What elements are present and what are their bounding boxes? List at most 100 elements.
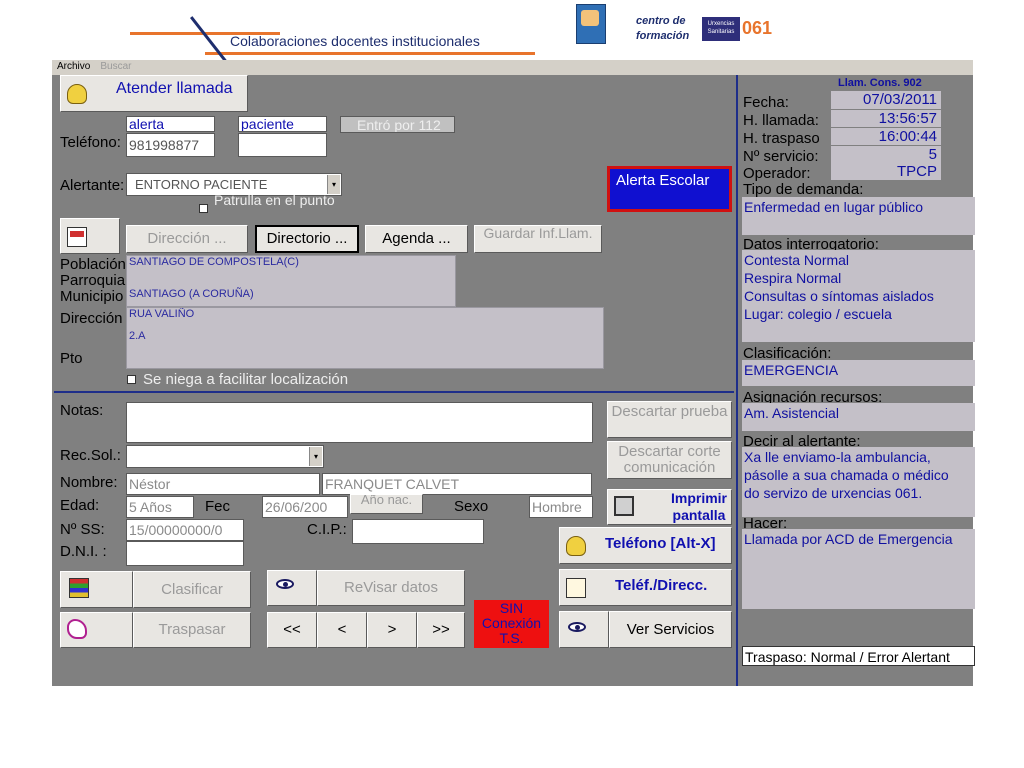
notas-label: Notas: [60,402,104,419]
nav-last-button[interactable]: >> [417,612,465,648]
sin-conexion-indicator: SIN Conexión T.S. [474,600,549,648]
edad-input[interactable]: 5 Años [126,496,194,518]
alertante-select-value: ENTORNO PACIENTE [135,177,268,192]
sexo-input[interactable]: Hombre [529,496,593,518]
logo-cf-line1: centro de [636,15,686,27]
right-pane: Llam. Cons. 902 Fecha: 07/03/2011 H. lla… [736,75,975,686]
nss-label: Nº SS: [60,521,105,538]
traspasar-icon-button[interactable] [60,612,133,648]
atender-llamada-button[interactable]: Atender llamada [60,75,248,112]
dni-input[interactable] [126,541,244,566]
cip-input[interactable] [352,519,484,544]
atender-llamada-label: Atender llamada [116,80,233,97]
map-card-icon [67,227,87,247]
chevron-down-icon[interactable]: ▾ [327,175,340,194]
chevron-down-icon[interactable]: ▾ [309,447,322,466]
revisar-datos-button[interactable]: ReVisar datos [317,570,465,606]
dni-label: D.N.I. : [60,543,107,560]
guardar-button[interactable]: Guardar Inf.Llam. [474,225,602,253]
clasificar-icon-button[interactable] [60,571,133,608]
nombre-label: Nombre: [60,474,118,491]
clasificacion-value: EMERGENCIA [742,360,975,386]
eye-icon [568,622,586,632]
menu-buscar[interactable]: Buscar [95,60,136,73]
menu-archivo[interactable]: Archivo [52,60,95,73]
direccion-label: Dirección [60,310,123,327]
eye-icon [276,579,294,589]
tab-alerta[interactable]: alerta [126,116,215,132]
telefono-altx-button[interactable]: Teléfono [Alt-X] [559,527,732,564]
nservicio-value: 5 [831,146,941,163]
phone-icon [566,536,586,556]
nservicio-label: Nº servicio: [743,148,819,165]
direccion-button[interactable]: Dirección ... [126,225,248,253]
header-navy-line [190,16,230,66]
llam-cons-label: Llam. Cons. 902 [838,77,922,89]
hacer-value: Llamada por ACD de Emergencia [742,529,975,609]
clasificar-button[interactable]: Clasificar [133,571,251,608]
slide-title: Colaboraciones docentes institucionales [230,33,480,49]
niega-checkbox[interactable] [127,375,136,384]
municipio-label: Municipio [60,288,124,305]
decir-line: pásolle a sua chamada o médico [744,467,949,483]
printer-icon [614,496,634,516]
fecha-nacimiento-input[interactable]: 26/06/200 [262,496,348,518]
phone-icon [67,84,87,104]
entro-112-label: Entró por 112 [340,116,455,133]
asignacion-value: Am. Asistencial [742,403,975,431]
ano-nac-button[interactable]: Año nac. [350,494,423,514]
telef-direcc-label: Teléf./Direcc. [615,577,708,594]
ver-servicios-button[interactable]: Ver Servicios [609,611,732,648]
operador-label: Operador: [743,165,811,182]
nombre-input[interactable]: Néstor [126,473,320,495]
parroquia-label: Parroquia [60,272,126,289]
patrulla-label: Patrulla en el punto [214,193,335,208]
decir-line: Xa lle enviamo-la ambulancia, [744,449,931,465]
directorio-button[interactable]: Directorio ... [255,225,359,253]
contact-card-icon [566,578,586,598]
header-orange-line-bottom [205,52,535,55]
nav-first-button[interactable]: << [267,612,317,648]
menu-bar: Archivo Buscar [52,60,973,75]
imprimir-pantalla-button[interactable]: Imprimir pantalla [607,489,732,525]
traspasar-button[interactable]: Traspasar [133,612,251,648]
tipo-demanda-label: Tipo de demanda: [743,183,864,197]
nav-prev-button[interactable]: < [317,612,367,648]
patrulla-checkbox[interactable] [199,204,208,213]
logo-061: 061 [742,18,773,38]
agenda-button[interactable]: Agenda ... [365,225,468,253]
nss-input[interactable]: 15/00000000/0 [126,519,244,541]
nav-next-button[interactable]: > [367,612,417,648]
hllamada-label: H. llamada: [743,112,819,129]
interrogatorio-line: Contesta Normal [744,252,850,268]
app-window: Archivo Buscar Atender llamada alerta pac… [52,60,975,686]
mapa-button[interactable] [60,218,120,254]
telefono-input[interactable]: 981998877 [126,133,215,157]
descartar-corte-button[interactable]: Descartar corte comunicación [607,441,732,479]
telefono-altx-label: Teléfono [Alt-X] [605,535,716,552]
decir-box: Xa lle enviamo-la ambulancia, pásolle a … [742,447,975,517]
notas-input[interactable] [126,402,593,443]
apellidos-input[interactable]: FRANQUET CALVET [322,473,592,495]
telefono-paciente-input[interactable] [238,133,327,157]
recsol-select[interactable]: ▾ [126,445,324,468]
telefono-label: Teléfono: [60,134,121,151]
books-icon [69,578,89,598]
book-cover-icon [576,4,606,44]
descartar-prueba-button[interactable]: Descartar prueba [607,401,732,438]
fecha-label: Fecha: [743,94,789,111]
alerta-escolar-button[interactable]: Alerta Escolar [607,166,732,212]
tab-paciente[interactable]: paciente [238,116,327,132]
municipio-value: SANTIAGO (A CORUÑA) [129,288,254,300]
fec-label: Fec [205,498,231,515]
direccion-value: RUA VALIÑO [129,308,195,320]
alertante-label: Alertante: [60,177,125,194]
ver-servicios-icon-button[interactable] [559,611,609,648]
sexo-label: Sexo [454,498,489,515]
poblacion-value: SANTIAGO DE COMPOSTELA(C) [129,256,299,268]
niega-label: Se niega a facilitar localización [143,371,349,388]
telef-direcc-button[interactable]: Teléf./Direcc. [559,569,732,606]
edad-label: Edad: [60,497,100,514]
revisar-icon-button[interactable] [267,570,317,606]
imprimir-pantalla-label: Imprimir pantalla [670,490,727,523]
